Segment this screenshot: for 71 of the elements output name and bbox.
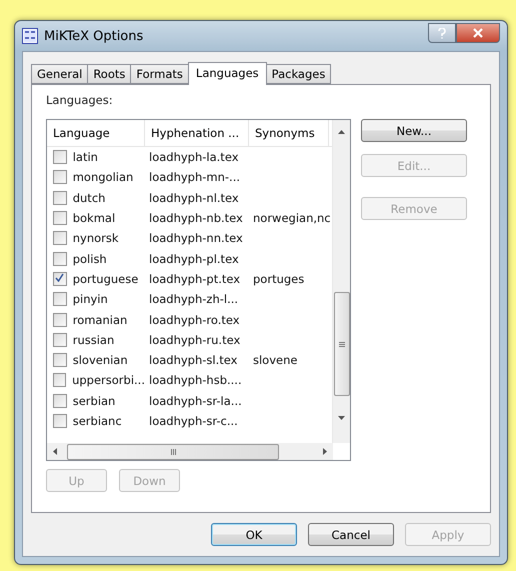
tab[interactable]: Formats xyxy=(130,64,189,84)
checkbox[interactable] xyxy=(53,190,67,205)
table-cell-text: loadhyph-nn.tex xyxy=(148,231,244,246)
app-logo-icon xyxy=(22,28,38,44)
checkbox[interactable] xyxy=(53,231,67,246)
scroll-down-icon[interactable] xyxy=(338,416,345,420)
checkbox[interactable] xyxy=(53,332,67,347)
column-header[interactable]: Language xyxy=(47,120,145,146)
horizontal-scrollbar[interactable] xyxy=(47,443,333,460)
languages-label: Languages: xyxy=(46,93,114,107)
column-header[interactable]: Synonyms xyxy=(249,120,329,146)
table-cell-text: loadhyph-nb.tex xyxy=(148,211,244,226)
checkbox[interactable] xyxy=(53,170,67,184)
language-name: mongolian xyxy=(72,170,134,184)
grip-icon xyxy=(170,448,176,454)
table-cell-text: slovene xyxy=(252,353,298,368)
language-name: slovenian xyxy=(72,353,129,368)
window-title: MiKTeX Options xyxy=(44,28,144,44)
language-name: serbianc xyxy=(72,414,123,428)
checkbox[interactable] xyxy=(53,150,67,164)
language-name: uppersorbi... xyxy=(72,373,145,388)
scroll-up-icon[interactable] xyxy=(338,130,345,134)
language-name: pinyin xyxy=(72,292,109,306)
table-cell-text: norwegian,nc xyxy=(252,211,329,226)
tab[interactable]: General xyxy=(31,64,88,84)
help-icon xyxy=(438,28,446,38)
language-name: dutch xyxy=(72,190,106,205)
checkbox[interactable] xyxy=(53,373,66,388)
table-cell-text: loadhyph-sr-c... xyxy=(148,414,239,428)
checkbox[interactable] xyxy=(53,252,67,266)
checkbox[interactable] xyxy=(53,353,67,368)
table-cell-text: loadhyph-mn-... xyxy=(148,170,242,184)
language-name: polish xyxy=(72,252,108,266)
vertical-scrollbar[interactable] xyxy=(332,120,350,443)
checkbox[interactable] xyxy=(53,394,67,408)
table-cell-text: portuges xyxy=(252,272,306,286)
table-cell-text: loadhyph-la.tex xyxy=(148,150,240,164)
close-button[interactable] xyxy=(456,23,500,43)
tab[interactable]: Roots xyxy=(87,64,132,84)
table-cell-text: loadhyph-sl.tex xyxy=(148,353,238,368)
table-cell-text: loadhyph-pt.tex xyxy=(148,272,242,286)
language-name: portuguese xyxy=(72,272,140,286)
checkbox[interactable] xyxy=(53,211,67,226)
table-cell-text: loadhyph-pl.tex xyxy=(148,252,240,266)
checkbox[interactable] xyxy=(53,272,67,286)
checkbox[interactable] xyxy=(53,312,67,327)
table-cell-text: loadhyph-ro.tex xyxy=(148,312,241,327)
scroll-left-icon[interactable] xyxy=(53,448,57,455)
language-name: bokmal xyxy=(72,211,116,226)
language-name: serbian xyxy=(72,394,116,408)
grip-icon xyxy=(338,342,344,346)
close-icon xyxy=(473,28,483,38)
language-name: nynorsk xyxy=(72,231,120,246)
table-cell-text: loadhyph-ru.tex xyxy=(148,332,242,347)
table-cell-text: loadhyph-sr-la... xyxy=(148,394,243,408)
table-cell-text: loadhyph-hsb.... xyxy=(148,373,243,388)
checkbox[interactable] xyxy=(53,292,67,306)
tab[interactable]: Packages xyxy=(266,64,332,84)
language-name: latin xyxy=(72,150,99,164)
help-button[interactable] xyxy=(428,23,456,43)
scroll-right-icon[interactable] xyxy=(323,448,327,455)
table-cell-text: loadhyph-nl.tex xyxy=(148,190,240,205)
table-cell-text: loadhyph-zh-l... xyxy=(148,292,240,306)
checkbox[interactable] xyxy=(53,414,67,428)
language-name: russian xyxy=(72,332,116,347)
language-name: romanian xyxy=(72,312,128,327)
side-button[interactable]: New... xyxy=(361,119,467,142)
column-header[interactable]: Hyphenation ... xyxy=(145,120,249,146)
dialog-button[interactable]: Cancel xyxy=(308,523,394,546)
dialog-button[interactable]: OK xyxy=(211,523,297,546)
tab[interactable]: Languages xyxy=(188,62,267,85)
